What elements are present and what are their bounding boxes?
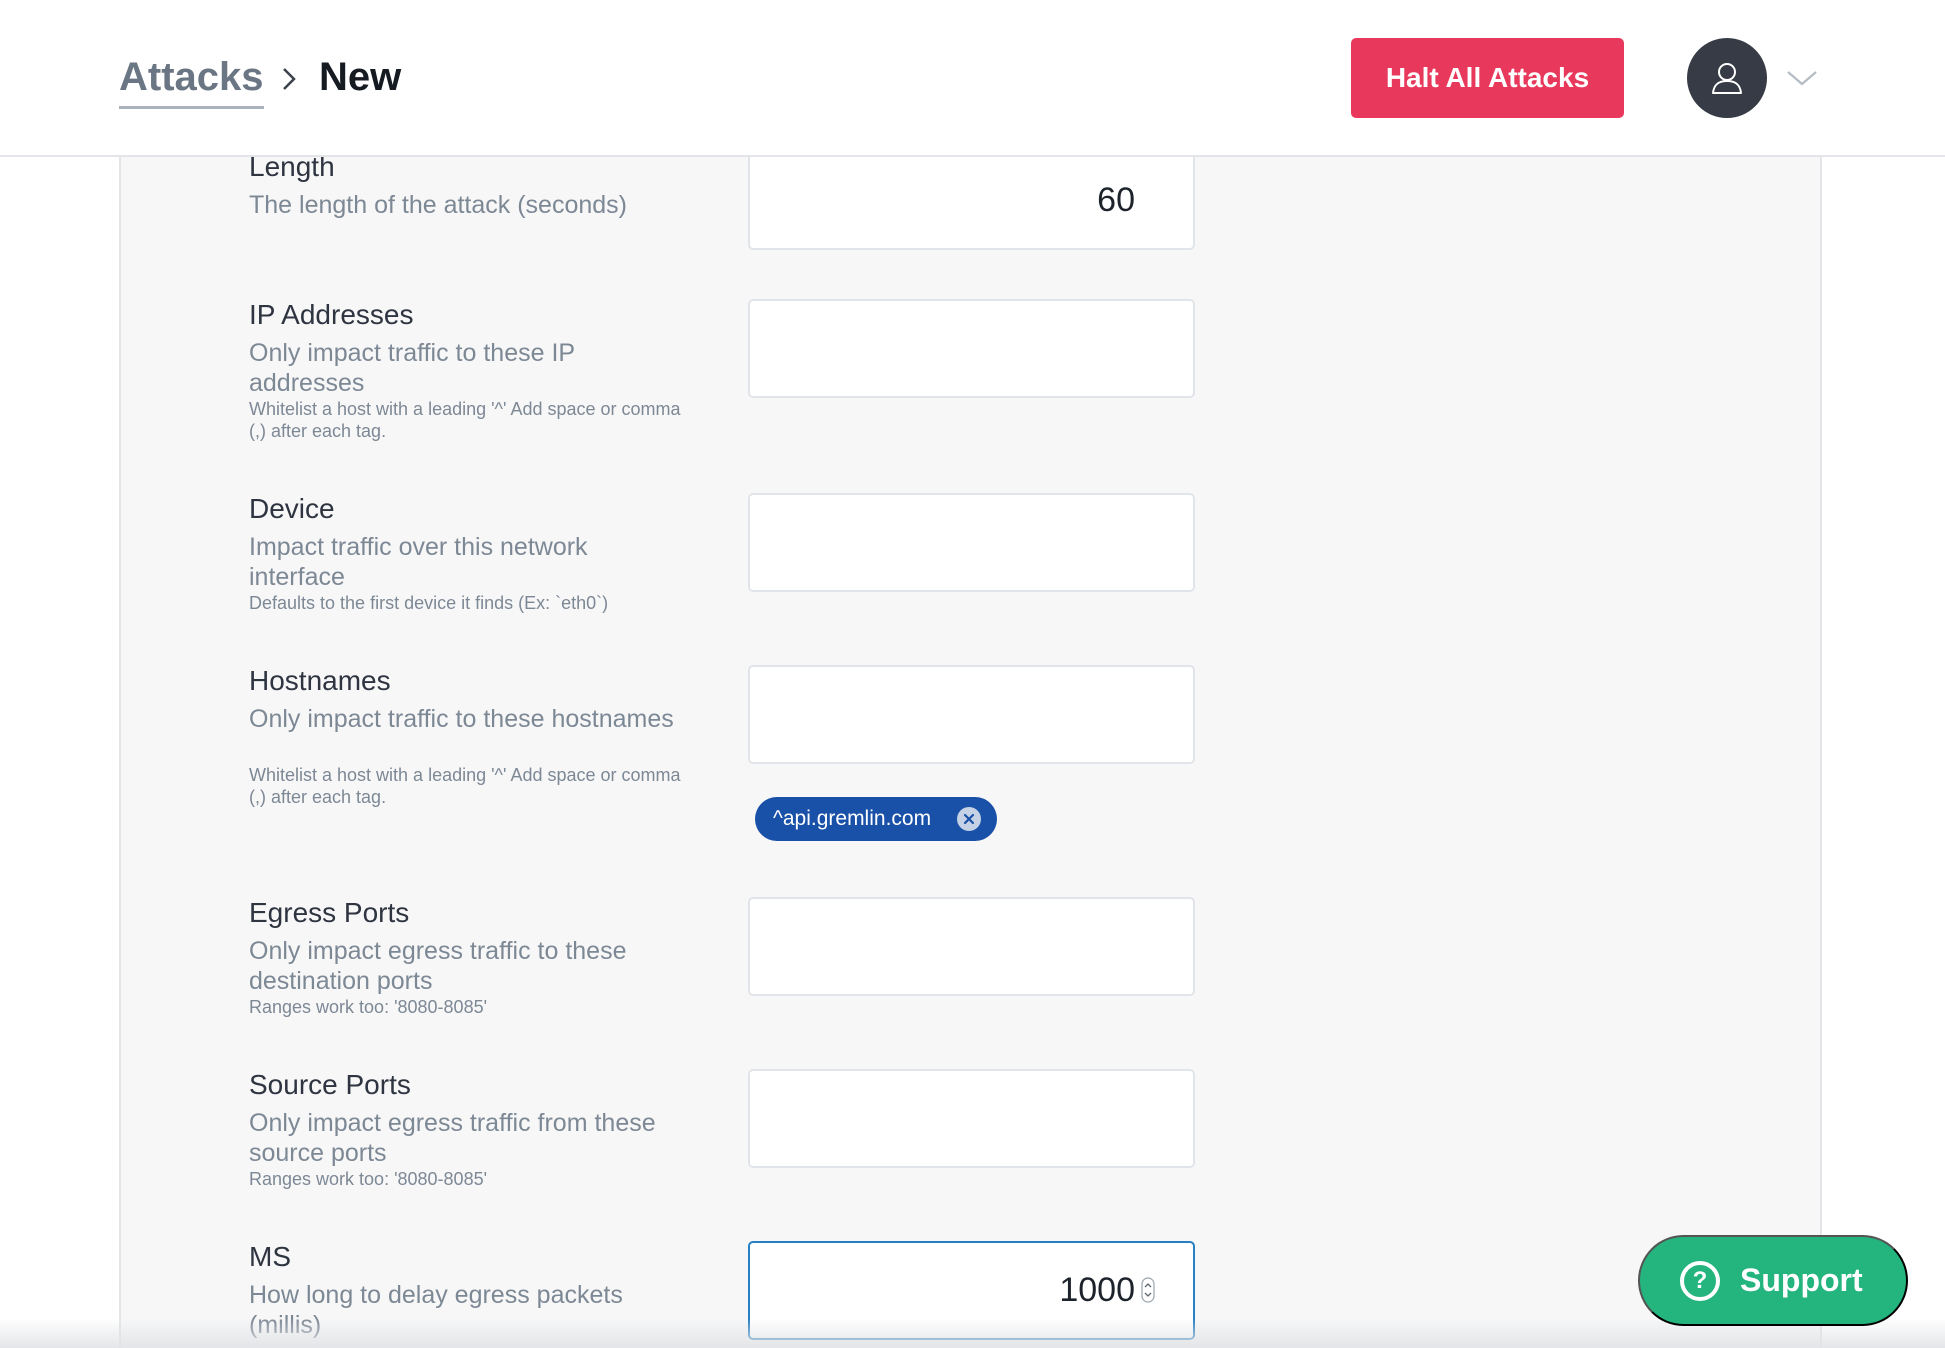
source-ports-description: Only impact egress traffic from these so… — [249, 1109, 656, 1167]
egress-ports-input[interactable] — [748, 897, 1195, 996]
ip-addresses-hint: Whitelist a host with a leading '^' Add … — [249, 399, 681, 441]
egress-ports-label: Egress Ports — [249, 897, 410, 928]
source-ports-input[interactable] — [748, 1069, 1195, 1168]
length-description: The length of the attack (seconds) — [249, 191, 627, 219]
ms-description: How long to delay egress packets (millis… — [249, 1281, 623, 1339]
chevron-down-icon[interactable] — [1785, 66, 1819, 90]
length-input[interactable] — [748, 151, 1195, 250]
halt-all-attacks-button[interactable]: Halt All Attacks — [1351, 38, 1624, 118]
question-icon: ? — [1680, 1260, 1720, 1301]
device-description: Impact traffic over this network interfa… — [249, 533, 588, 591]
hostnames-label: Hostnames — [249, 665, 391, 696]
support-button[interactable]: ? Support — [1638, 1235, 1908, 1326]
device-hint: Defaults to the first device it finds (E… — [249, 593, 609, 613]
source-ports-hint: Ranges work too: '8080-8085' — [249, 1169, 488, 1189]
hostnames-description: Only impact traffic to these hostnames — [249, 705, 674, 733]
support-label: Support — [1740, 1262, 1863, 1298]
ms-label: MS — [249, 1241, 291, 1272]
hostname-tag-label: ^api.gremlin.com — [773, 807, 932, 830]
breadcrumb-current: New — [319, 55, 402, 99]
ms-input[interactable] — [748, 1241, 1195, 1340]
breadcrumb-attacks-link[interactable]: Attacks — [119, 55, 264, 109]
egress-ports-hint: Ranges work too: '8080-8085' — [249, 997, 488, 1017]
avatar[interactable] — [1687, 38, 1767, 118]
hostnames-input[interactable] — [748, 665, 1195, 764]
device-input[interactable] — [748, 493, 1195, 592]
top-header: Attacks New Halt All Attacks — [0, 0, 1945, 157]
egress-ports-description: Only impact egress traffic to these dest… — [249, 937, 627, 995]
hostname-tag: ^api.gremlin.com — [755, 797, 997, 841]
user-icon — [1712, 63, 1742, 94]
stepper-arrows-icon[interactable] — [1141, 1277, 1155, 1303]
ip-addresses-label: IP Addresses — [249, 299, 414, 330]
chevron-right-icon — [283, 68, 296, 90]
device-label: Device — [249, 493, 335, 524]
ip-addresses-description: Only impact traffic to these IP addresse… — [249, 339, 575, 397]
ip-addresses-input[interactable] — [748, 299, 1195, 398]
close-icon[interactable] — [957, 807, 981, 831]
hostnames-hint: Whitelist a host with a leading '^' Add … — [249, 765, 681, 807]
source-ports-label: Source Ports — [249, 1069, 411, 1100]
